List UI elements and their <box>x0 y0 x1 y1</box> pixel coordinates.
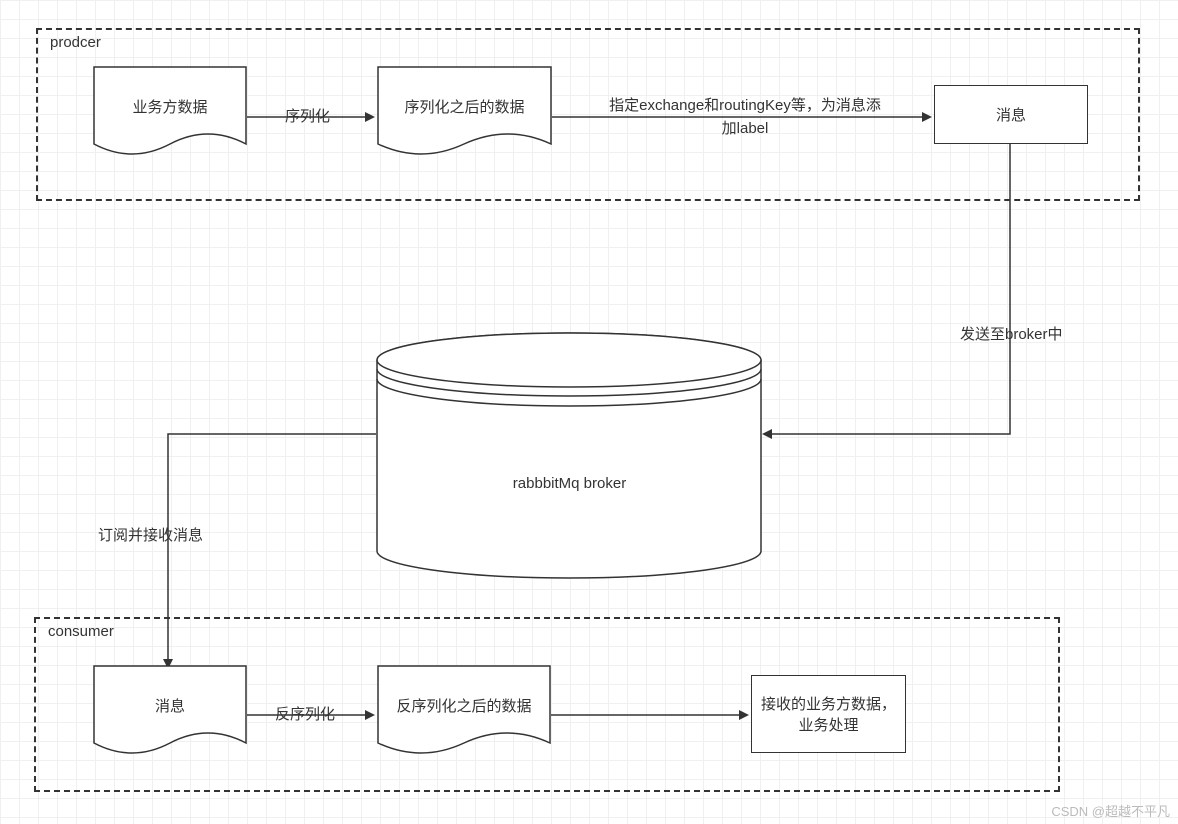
message-box: 消息 <box>934 85 1088 144</box>
arrow-biz-to-serialized <box>247 110 377 124</box>
serialized-data-text: 序列化之后的数据 <box>377 66 552 146</box>
serialized-data-label: 序列化之后的数据 <box>404 96 524 117</box>
broker-label: rabbbitMq broker <box>376 475 763 492</box>
deserialized-data-label: 反序列化之后的数据 <box>396 695 531 716</box>
arrow-serialized-to-message <box>552 110 934 124</box>
watermark: CSDN @超越不平凡 <box>1051 801 1170 820</box>
biz-data-text: 业务方数据 <box>93 66 247 146</box>
producer-label: prodcer <box>50 34 101 51</box>
biz-data-label: 业务方数据 <box>132 96 207 117</box>
arrow-message-to-broker <box>760 144 1020 444</box>
consumer-label: consumer <box>48 623 114 640</box>
arrow-deserialized-to-receive <box>551 708 751 722</box>
deserialized-data-text: 反序列化之后的数据 <box>377 665 551 745</box>
message-label: 消息 <box>996 104 1026 125</box>
consumer-message-label: 消息 <box>155 695 185 716</box>
receive-label: 接收的业务方数据，业务处理 <box>758 693 899 735</box>
arrow-msg-to-deserialized <box>247 708 377 722</box>
consumer-message-text: 消息 <box>93 665 247 745</box>
broker-cylinder <box>376 332 763 579</box>
receive-box: 接收的业务方数据，业务处理 <box>751 675 906 753</box>
